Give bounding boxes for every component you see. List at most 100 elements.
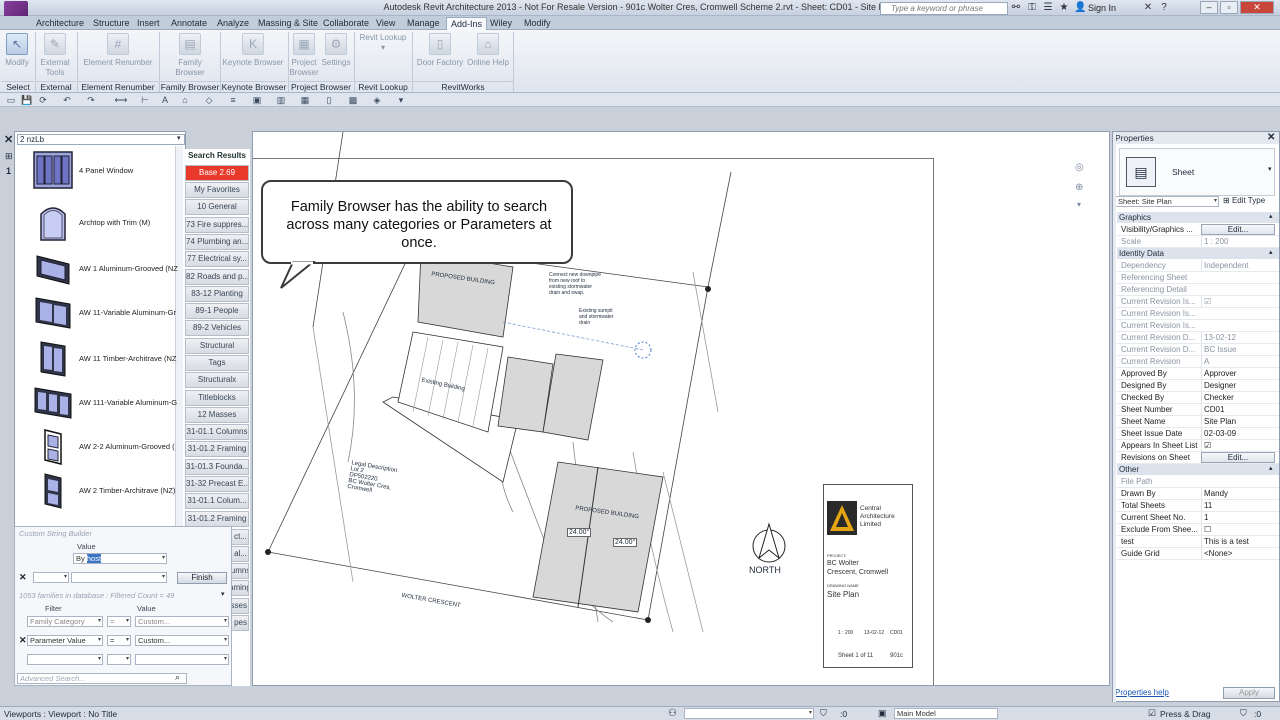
sync-icon[interactable]: ⟳	[36, 94, 50, 106]
panel-revit-lookup-label[interactable]: Revit Lookup	[355, 81, 411, 93]
tab-view[interactable]: View	[376, 17, 395, 30]
panel-family-browser-label[interactable]: Family Browser	[160, 81, 220, 93]
category-button[interactable]: 82 Roads and p...	[185, 269, 249, 285]
property-value[interactable]: This is a test	[1201, 536, 1277, 547]
close-hidden-icon[interactable]: ▣	[250, 94, 264, 106]
tab-annotate[interactable]: Annotate	[171, 17, 207, 30]
keynote-browser-button[interactable]: K Keynote Browser	[222, 33, 284, 68]
minimize-button[interactable]: –	[1200, 1, 1218, 14]
tab-analyze[interactable]: Analyze	[217, 17, 249, 30]
property-value[interactable]: <None>	[1201, 548, 1277, 559]
wall-icon[interactable]: ▦	[298, 94, 312, 106]
edit-button[interactable]: Edit...	[1201, 452, 1275, 463]
panel-keynote-browser-label[interactable]: Keynote Browser	[221, 81, 287, 93]
search-icon[interactable]: ⌕	[175, 672, 180, 683]
remove-row-icon[interactable]: ✕	[19, 572, 27, 583]
property-row[interactable]: test This is a test	[1117, 536, 1279, 548]
redo-icon[interactable]: ↷	[84, 94, 98, 106]
settings-button[interactable]: ⚙ Settings	[320, 33, 352, 68]
property-row[interactable]: Designed By Designer	[1117, 380, 1279, 392]
edit-button[interactable]: Edit...	[1201, 224, 1275, 235]
switch-windows-icon[interactable]: ▥	[274, 94, 288, 106]
value-select[interactable]: ▾	[71, 572, 167, 583]
window-qat-icon[interactable]: ▩	[346, 94, 360, 106]
operator-select[interactable]: = ▾	[107, 635, 131, 646]
tab-insert[interactable]: Insert	[137, 17, 160, 30]
category-button[interactable]: 89-1 People	[185, 303, 249, 319]
category-button[interactable]: 12 Masses	[185, 407, 249, 423]
type-preview[interactable]: ▤ Sheet ▾	[1119, 148, 1275, 196]
properties-scrollbar[interactable]	[1113, 132, 1116, 702]
chevron-down-icon[interactable]: ▾	[177, 134, 181, 142]
save-icon[interactable]: 💾	[20, 94, 34, 106]
property-row[interactable]: Current Revision D... 13-02-12	[1117, 332, 1279, 344]
tab-collaborate[interactable]: Collaborate	[323, 17, 369, 30]
user-icon[interactable]: 👤	[1074, 2, 1086, 14]
binoculars-icon[interactable]: ⚯	[1010, 2, 1022, 14]
property-value[interactable]: 11	[1201, 500, 1277, 511]
property-row[interactable]: Current Revision Is...	[1117, 308, 1279, 320]
online-help-button[interactable]: ⌂ Online Help	[466, 33, 510, 68]
property-value[interactable]: Mandy	[1201, 488, 1277, 499]
category-button[interactable]: 74 Plumbing an...	[185, 234, 249, 250]
category-button[interactable]: 31-01.1 Colum...	[185, 493, 249, 509]
measure-icon[interactable]: ⟷	[114, 94, 128, 106]
tab-architecture[interactable]: Architecture	[36, 17, 84, 30]
subscription-icon[interactable]: ⚿	[1026, 2, 1038, 14]
restore-button[interactable]: ▫	[1220, 1, 1238, 14]
property-group-header[interactable]: Graphics	[1117, 212, 1279, 223]
category-button[interactable]: 31-01.2 Framing	[185, 511, 249, 527]
property-row[interactable]: Current Revision A	[1117, 356, 1279, 368]
property-value[interactable]: Checker	[1201, 392, 1277, 403]
property-value[interactable]: 1	[1201, 512, 1277, 523]
category-button[interactable]: Titleblocks	[185, 390, 249, 406]
instance-selector[interactable]: Sheet: Site Plan ▾	[1115, 196, 1219, 207]
chevron-down-icon[interactable]: ▾	[221, 590, 225, 598]
customize-icon[interactable]: ▾	[394, 94, 408, 106]
filter-icon[interactable]: ⛉	[820, 708, 827, 719]
close-properties-icon[interactable]: ✕	[1267, 132, 1275, 143]
operator-select[interactable]: ▾	[33, 572, 69, 583]
tab-wiley[interactable]: Wiley	[490, 17, 512, 30]
property-group-header[interactable]: Identity Data	[1117, 248, 1279, 259]
property-value[interactable]: Site Plan	[1201, 416, 1277, 427]
filter-select[interactable]: Family Category ▾	[27, 616, 103, 627]
door-qat-icon[interactable]: ▯	[322, 94, 336, 106]
property-row[interactable]: Revisions on Sheet Edit...	[1117, 452, 1279, 464]
panel-select-label[interactable]: Select	[2, 81, 34, 93]
element-renumber-button[interactable]: # Element Renumber	[82, 33, 154, 68]
modify-button[interactable]: ↖ Modify	[3, 33, 31, 68]
category-button[interactable]: Base 2.69	[185, 165, 249, 181]
zoom-icon[interactable]: ⊕	[1075, 182, 1083, 193]
press-drag-checkbox[interactable]: ☑	[1148, 708, 1156, 719]
revit-lookup-button[interactable]: Revit Lookup ▾	[358, 33, 408, 53]
pin-icon[interactable]: ⊞	[5, 151, 13, 162]
tab-add-ins[interactable]: Add-Ins	[446, 17, 488, 30]
panel-element-renumber-label[interactable]: Element Renumber	[78, 81, 158, 93]
project-browser-button[interactable]: ▦ Project Browser	[288, 33, 320, 78]
edit-type-button[interactable]: ⊞ Edit Type	[1223, 196, 1265, 205]
category-button[interactable]: 83-12 Planting	[185, 286, 249, 302]
panel-project-browser-label[interactable]: Project Browser	[289, 81, 353, 93]
category-button[interactable]: Tags	[185, 355, 249, 371]
thin-lines-icon[interactable]: ≡	[226, 94, 240, 106]
filter-select[interactable]: Parameter Value ▾	[27, 635, 103, 646]
operator-select[interactable]: ▾	[107, 654, 131, 665]
workset-select[interactable]: ▾	[684, 708, 814, 719]
steering-wheel-icon[interactable]: ◎	[1075, 162, 1084, 173]
3d-view-icon[interactable]: ⌂	[178, 94, 192, 106]
category-button[interactable]: Structural	[185, 338, 249, 354]
tab-massing-site[interactable]: Massing & Site	[258, 17, 318, 30]
category-button[interactable]: 77 Electrical sy...	[185, 251, 249, 267]
property-row[interactable]: Current Revision D... BC Issue	[1117, 344, 1279, 356]
property-row[interactable]: Appears In Sheet List ☑	[1117, 440, 1279, 452]
properties-help-link[interactable]: Properties help	[1115, 688, 1169, 697]
property-group-header[interactable]: Other	[1117, 464, 1279, 475]
open-icon[interactable]: ▭	[4, 94, 18, 106]
finish-button[interactable]: Finish	[177, 572, 227, 584]
worksharing-icon[interactable]: ⚇	[668, 708, 677, 719]
property-row[interactable]: Scale 1 : 200	[1117, 236, 1279, 248]
category-button[interactable]: Structuralx	[185, 372, 249, 388]
property-row[interactable]: File Path	[1117, 476, 1279, 488]
property-row[interactable]: Current Sheet No. 1	[1117, 512, 1279, 524]
